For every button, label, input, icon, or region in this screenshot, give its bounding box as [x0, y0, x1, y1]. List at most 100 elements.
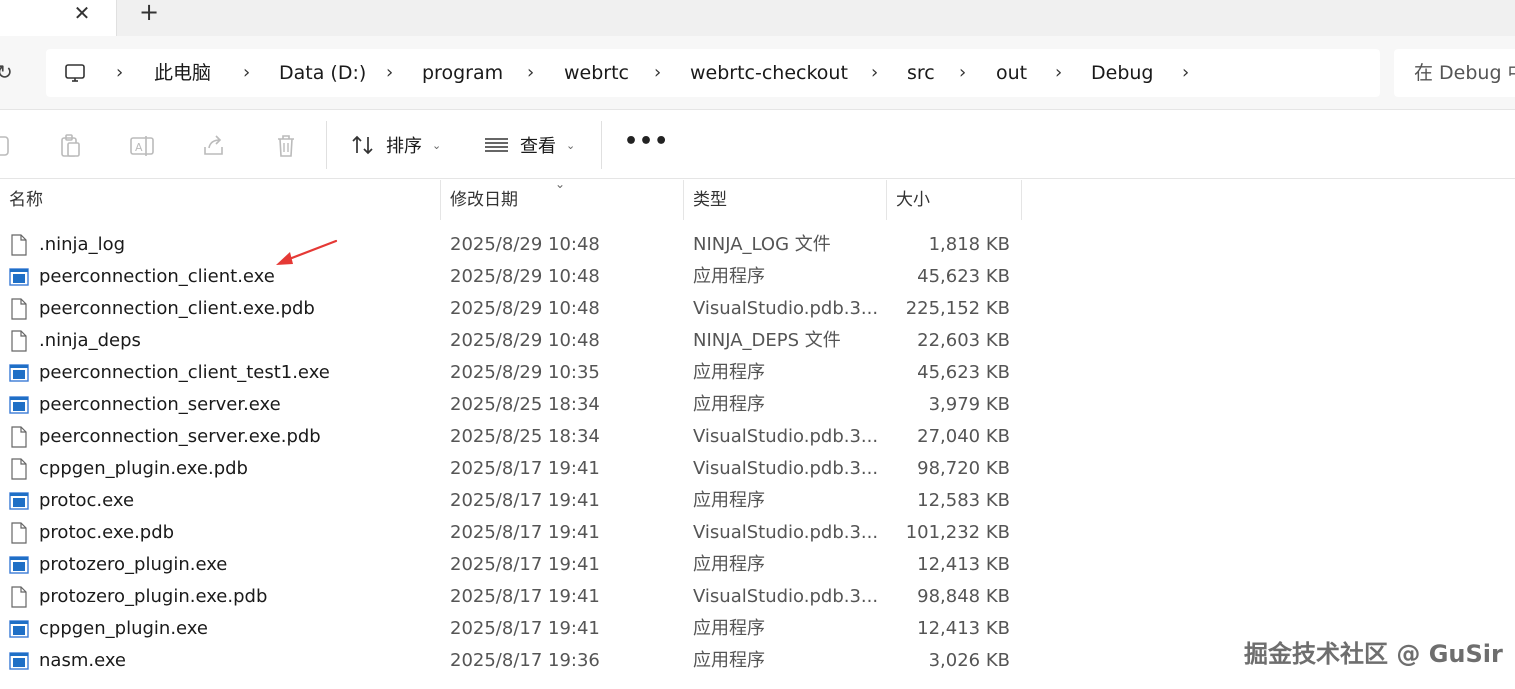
file-size: 3,979 KB — [928, 394, 1010, 415]
breadcrumb-data-d[interactable]: Data (D:) — [279, 61, 366, 85]
file-row[interactable]: nasm.exe 2025/8/17 19:36 应用程序 3,026 KB — [0, 645, 1022, 677]
file-type: 应用程序 — [693, 650, 765, 671]
breadcrumb-separator[interactable]: › — [959, 61, 966, 85]
breadcrumb-out[interactable]: out — [996, 61, 1027, 85]
tab-strip: ✕ + — [0, 0, 1515, 36]
toolbar-divider — [326, 121, 327, 169]
file-size: 3,026 KB — [928, 650, 1010, 671]
file-type: 应用程序 — [693, 618, 765, 639]
more-options-button[interactable]: ••• — [624, 129, 669, 154]
file-size: 98,848 KB — [917, 586, 1010, 607]
file-modified-date: 2025/8/29 10:48 — [450, 298, 600, 319]
file-row[interactable]: protozero_plugin.exe.pdb 2025/8/17 19:41 V… — [0, 581, 1022, 613]
file-type: 应用程序 — [693, 490, 765, 511]
command-bar: A 排序 ⌄ 查看 ⌄ ••• — [0, 111, 1515, 179]
breadcrumb-program[interactable]: program — [422, 61, 503, 85]
file-row[interactable]: peerconnection_server.exe 2025/8/25 18:34… — [0, 389, 1022, 421]
rename-icon[interactable]: A — [129, 133, 155, 159]
column-header-size[interactable]: 大小 — [887, 180, 1021, 220]
file-name: protoc.exe.pdb — [39, 522, 175, 543]
search-input[interactable]: 在 Debug 中 — [1394, 49, 1515, 97]
file-row[interactable]: protozero_plugin.exe 2025/8/17 19:41 应用程序 1… — [0, 549, 1022, 581]
exe-icon — [9, 650, 29, 672]
paste-icon[interactable] — [57, 133, 83, 159]
file-row[interactable]: peerconnection_client_test1.exe 2025/8/29… — [0, 357, 1022, 389]
file-row[interactable]: peerconnection_server.exe.pdb 2025/8/25 1… — [0, 421, 1022, 453]
chevron-down-icon: ⌄ — [566, 138, 576, 152]
file-row[interactable]: .ninja_log 2025/8/29 10:48 NINJA_LOG 文件 1,8… — [0, 229, 1022, 261]
file-name: nasm.exe — [39, 650, 127, 671]
file-type: NINJA_LOG 文件 — [693, 234, 831, 255]
file-size: 12,413 KB — [917, 554, 1010, 575]
file-type: NINJA_DEPS 文件 — [693, 330, 841, 351]
file-row[interactable]: protoc.exe 2025/8/17 19:41 应用程序 12,583 KB — [0, 485, 1022, 517]
file-size: 12,583 KB — [917, 490, 1010, 511]
file-modified-date: 2025/8/25 18:34 — [450, 426, 600, 447]
file-size: 1,818 KB — [928, 234, 1010, 255]
svg-text:A: A — [135, 141, 143, 154]
file-row[interactable]: peerconnection_client.exe.pdb 2025/8/29 1… — [0, 293, 1022, 325]
file-modified-date: 2025/8/17 19:41 — [450, 522, 600, 543]
share-icon[interactable] — [201, 133, 227, 159]
breadcrumb-webrtc-checkout[interactable]: webrtc-checkout — [690, 61, 848, 85]
column-header-type[interactable]: 类型 — [684, 180, 886, 220]
file-modified-date: 2025/8/29 10:48 — [450, 330, 600, 351]
breadcrumb-src[interactable]: src — [907, 61, 935, 85]
sort-button[interactable]: 排序 ⌄ — [350, 129, 441, 161]
column-headers: 名称 修改日期 ⌄ 类型 大小 — [0, 177, 1022, 220]
file-size: 22,603 KB — [917, 330, 1010, 351]
file-name: peerconnection_client.exe.pdb — [39, 298, 315, 319]
cut-icon[interactable] — [0, 133, 12, 159]
exe-icon — [9, 394, 29, 416]
file-type: 应用程序 — [693, 394, 765, 415]
file-modified-date: 2025/8/17 19:41 — [450, 554, 600, 575]
file-name: protozero_plugin.exe — [39, 554, 228, 575]
exe-icon — [9, 618, 29, 640]
file-row[interactable]: protoc.exe.pdb 2025/8/17 19:41 VisualStudi… — [0, 517, 1022, 549]
file-icon — [9, 330, 29, 352]
file-modified-date: 2025/8/29 10:35 — [450, 362, 600, 383]
file-modified-date: 2025/8/25 18:34 — [450, 394, 600, 415]
tab-current[interactable]: ✕ — [0, 0, 117, 36]
file-type: VisualStudio.pdb.3... — [693, 522, 879, 543]
breadcrumb-separator[interactable]: › — [386, 61, 393, 85]
file-modified-date: 2025/8/17 19:41 — [450, 490, 600, 511]
tab-close-icon[interactable]: ✕ — [70, 2, 94, 26]
file-row[interactable]: cppgen_plugin.exe.pdb 2025/8/17 19:41 Visu… — [0, 453, 1022, 485]
watermark: 掘金技术社区 @ GuSir — [1244, 640, 1503, 668]
file-name: protozero_plugin.exe.pdb — [39, 586, 268, 607]
view-button[interactable]: 查看 ⌄ — [484, 129, 575, 161]
file-row[interactable]: cppgen_plugin.exe 2025/8/17 19:41 应用程序 12,4… — [0, 613, 1022, 645]
file-icon — [9, 426, 29, 448]
file-name: cppgen_plugin.exe — [39, 618, 208, 639]
column-header-name[interactable]: 名称 — [0, 180, 440, 220]
delete-icon[interactable] — [273, 133, 299, 159]
file-icon — [9, 298, 29, 320]
breadcrumb-this-pc[interactable]: 此电脑 — [154, 61, 211, 85]
breadcrumb-separator[interactable]: › — [116, 61, 123, 85]
column-divider[interactable] — [1021, 180, 1022, 220]
view-icon — [485, 138, 508, 152]
this-pc-icon — [65, 64, 85, 82]
breadcrumb-separator[interactable]: › — [871, 61, 878, 85]
file-row[interactable]: peerconnection_client.exe 2025/8/29 10:48… — [0, 261, 1022, 293]
refresh-icon[interactable]: ↻ — [0, 60, 13, 84]
breadcrumb-separator[interactable]: › — [1055, 61, 1062, 85]
sort-label: 排序 — [386, 136, 422, 157]
breadcrumb-separator[interactable]: › — [654, 61, 661, 85]
breadcrumb-debug[interactable]: Debug — [1091, 61, 1153, 85]
new-tab-icon[interactable]: + — [136, 0, 162, 26]
file-row[interactable]: .ninja_deps 2025/8/29 10:48 NINJA_DEPS 文件 2… — [0, 325, 1022, 357]
file-type: 应用程序 — [693, 554, 765, 575]
address-bar[interactable]: › 此电脑 › Data (D:) › program › webrtc › w… — [46, 49, 1380, 97]
exe-icon — [9, 362, 29, 384]
file-size: 12,413 KB — [917, 618, 1010, 639]
file-modified-date: 2025/8/17 19:41 — [450, 458, 600, 479]
file-icon — [9, 522, 29, 544]
breadcrumb-expand[interactable]: › — [1182, 61, 1189, 85]
file-type: 应用程序 — [693, 266, 765, 287]
breadcrumb-separator[interactable]: › — [527, 61, 534, 85]
breadcrumb-separator[interactable]: › — [243, 61, 250, 85]
breadcrumb-webrtc[interactable]: webrtc — [564, 61, 629, 85]
file-modified-date: 2025/8/29 10:48 — [450, 234, 600, 255]
